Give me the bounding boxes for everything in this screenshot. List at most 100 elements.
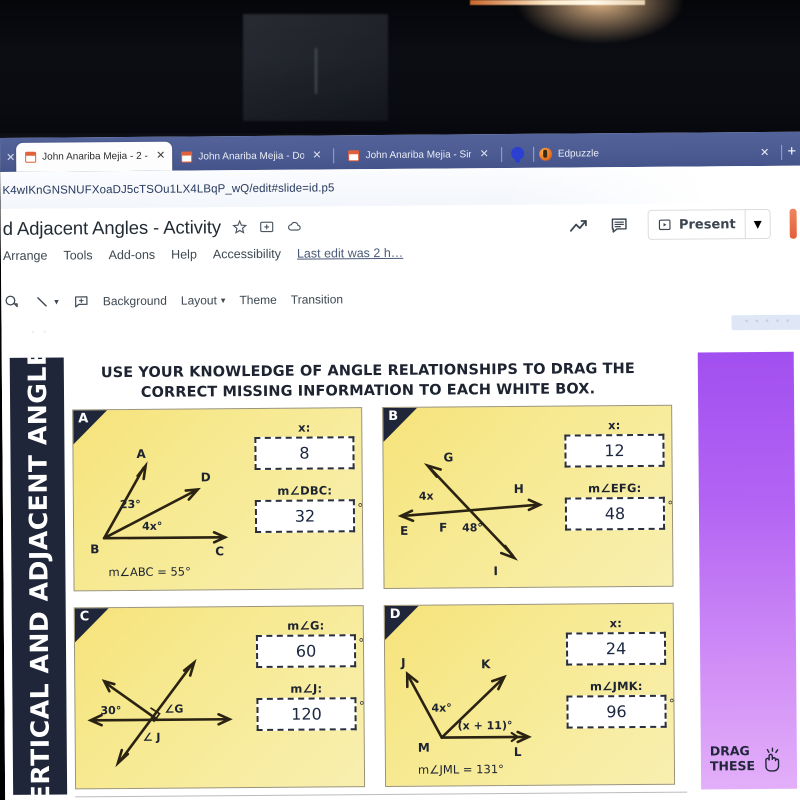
- last-edit-link[interactable]: Last edit was 2 h…: [297, 246, 403, 261]
- problem-panels: A A D B C 23° 4x° m∠ABC = 55° x: 8 m∠DBC…: [72, 404, 676, 795]
- answer-slot-wrap: 120 °: [256, 697, 365, 732]
- present-dropdown-caret-icon[interactable]: ▾: [744, 209, 770, 239]
- comment-icon[interactable]: [610, 216, 629, 234]
- slides-header: d Adjacent Angles - Activity Arrange Too…: [0, 202, 800, 289]
- theme-button[interactable]: Theme: [239, 293, 276, 307]
- slides-favicon-icon: [181, 151, 193, 163]
- drag-these-callout: DRAG THESE: [710, 743, 784, 773]
- point-label-k: K: [481, 657, 491, 671]
- blue-dot-indicator-icon: [510, 146, 524, 160]
- answer-box-x[interactable]: 12: [564, 433, 665, 468]
- tab-close-icon[interactable]: ✕: [760, 146, 769, 159]
- angle-label-4x: 4x°: [431, 701, 451, 714]
- answer-slot-wrap: 96 °: [566, 694, 675, 729]
- tab-close-icon[interactable]: ✕: [156, 150, 165, 162]
- answer-slot-wrap: 48 °: [564, 496, 673, 531]
- page-title[interactable]: d Adjacent Angles - Activity: [3, 216, 221, 240]
- answer-slot-wrap: 12: [564, 433, 665, 468]
- browser-tab-1-active[interactable]: John Anariba Mejia - 2 - V ✕: [16, 141, 173, 172]
- tab-close-icon[interactable]: ✕: [480, 148, 489, 160]
- given-statement-a: m∠ABC = 55°: [108, 565, 191, 580]
- angle-label-30: 30°: [100, 704, 121, 717]
- panel-d-answers: x: 24 m∠JMK: 96 °: [565, 616, 675, 743]
- cloud-status-icon[interactable]: [286, 219, 304, 235]
- problem-panel-b[interactable]: B G H E I F 4x 48° x: 12 m∠EFG: 48 °: [382, 404, 674, 590]
- menu-arrange[interactable]: Arrange: [3, 249, 48, 263]
- slides-favicon-icon: [348, 150, 360, 162]
- comment-tool[interactable]: [73, 294, 89, 309]
- layout-caret-icon: ▾: [220, 294, 226, 305]
- tab-close-icon[interactable]: ✕: [6, 152, 15, 164]
- problem-panel-c[interactable]: C 30° ∠G ∠ J m∠G: 60 ° m∠J: 120 °: [73, 605, 366, 790]
- degree-symbol-icon: °: [357, 500, 363, 516]
- answer-label-mdbc: m∠DBC:: [277, 483, 333, 498]
- point-label-a: A: [136, 447, 146, 461]
- answer-box-mdbc[interactable]: 32: [254, 499, 356, 534]
- panel-c-answers: m∠G: 60 ° m∠J: 120 °: [255, 618, 365, 745]
- tab-title: John Anariba Mejia - 2 - V: [42, 150, 149, 163]
- faint-text-ghost: • •: [31, 326, 50, 337]
- menu-tools[interactable]: Tools: [63, 248, 92, 262]
- edpuzzle-tab[interactable]: Edpuzzle: [538, 147, 599, 161]
- transition-button[interactable]: Transition: [291, 292, 343, 306]
- tab-separator: [500, 147, 502, 163]
- star-icon[interactable]: [232, 219, 248, 235]
- answer-box-mefg[interactable]: 48: [564, 496, 666, 531]
- point-label-d: D: [201, 470, 211, 484]
- angle-label-48: 48°: [462, 521, 483, 534]
- line-dropdown-caret-icon[interactable]: ▾: [54, 296, 59, 307]
- angle-label-j: ∠ J: [143, 731, 161, 744]
- degree-symbol-icon: °: [359, 698, 365, 714]
- tab-title: John Anariba Mejia - Simp: [365, 149, 472, 162]
- present-label: Present: [678, 216, 736, 233]
- answer-box-x[interactable]: 8: [254, 436, 355, 471]
- browser-tab-0[interactable]: ✕: [2, 145, 16, 172]
- background-button[interactable]: Background: [103, 294, 167, 309]
- point-label-j: J: [400, 656, 406, 670]
- angle-label-23: 23°: [120, 498, 141, 511]
- browser-tab-2[interactable]: John Anariba Mejia - Don ✕: [172, 142, 328, 170]
- degree-symbol-icon: °: [669, 695, 675, 711]
- given-statement-d: m∠JML = 131°: [418, 762, 504, 777]
- present-button-inner[interactable]: Present: [649, 217, 745, 233]
- activity-chart-icon[interactable]: [569, 217, 591, 233]
- slide-canvas[interactable]: VERTICAL AND ADJACENT ANGLES USE YOUR KN…: [1, 341, 800, 800]
- new-tab-button[interactable]: +: [787, 143, 796, 160]
- figure-b-intersecting-lines: G H E I F 4x 48°: [391, 427, 567, 586]
- move-to-folder-icon[interactable]: [259, 219, 275, 235]
- layout-button[interactable]: Layout ▾: [181, 293, 226, 307]
- answer-box-mj[interactable]: 120: [256, 697, 357, 732]
- vertical-title-text: VERTICAL AND ADJACENT ANGLES: [22, 341, 55, 800]
- present-button[interactable]: Present ▾: [647, 208, 771, 240]
- drag-source-panel[interactable]: DRAG THESE: [697, 351, 798, 790]
- answer-box-x[interactable]: 24: [565, 631, 667, 666]
- photo-dark-surround: [0, 0, 800, 143]
- answer-label-x: x:: [609, 616, 623, 631]
- answer-box-mjmk[interactable]: 96: [566, 694, 667, 729]
- point-label-f: F: [439, 520, 447, 534]
- figure-d-adjacent-angles: J K M L 4x° (x + 11)° m∠JML = 131°: [393, 625, 569, 784]
- problem-panel-a[interactable]: A A D B C 23° 4x° m∠ABC = 55° x: 8 m∠DBC…: [72, 407, 364, 592]
- browser-urlbar[interactable]: K4wIKnGNSNUFXoaDJ5cTSOu1LX4LBqP_wQ/edit#…: [0, 165, 800, 209]
- tab-close-icon[interactable]: ✕: [312, 149, 321, 161]
- menu-add-ons[interactable]: Add-ons: [109, 248, 156, 262]
- answer-label-mj: m∠J:: [290, 681, 323, 696]
- vertical-title-banner: VERTICAL AND ADJACENT ANGLES: [9, 342, 68, 800]
- menu-help[interactable]: Help: [171, 247, 197, 261]
- menu-accessibility[interactable]: Accessibility: [213, 247, 281, 262]
- urlbar-glare: [500, 165, 800, 206]
- answer-label-mg: m∠G:: [287, 618, 325, 633]
- shape-tool[interactable]: [3, 294, 20, 310]
- share-button-edge[interactable]: [789, 208, 797, 239]
- browser-tab-3[interactable]: John Anariba Mejia - Simp ✕: [339, 141, 495, 169]
- panel-b-answers: x: 12 m∠EFG: 48 °: [564, 418, 673, 545]
- degree-symbol-icon: °: [667, 497, 673, 513]
- panel-letter: D: [389, 606, 401, 622]
- answer-slot-wrap: 8: [254, 436, 355, 471]
- answer-label-mjmk: m∠JMK:: [589, 678, 643, 694]
- tab-separator: [781, 144, 783, 160]
- ceiling-light-glare: [470, 0, 645, 5]
- answer-box-mg[interactable]: 60: [255, 634, 357, 669]
- problem-panel-d[interactable]: D J K M L 4x° (x + 11)° m∠JML = 131° x: …: [383, 602, 676, 787]
- line-tool[interactable]: ▾: [34, 294, 59, 309]
